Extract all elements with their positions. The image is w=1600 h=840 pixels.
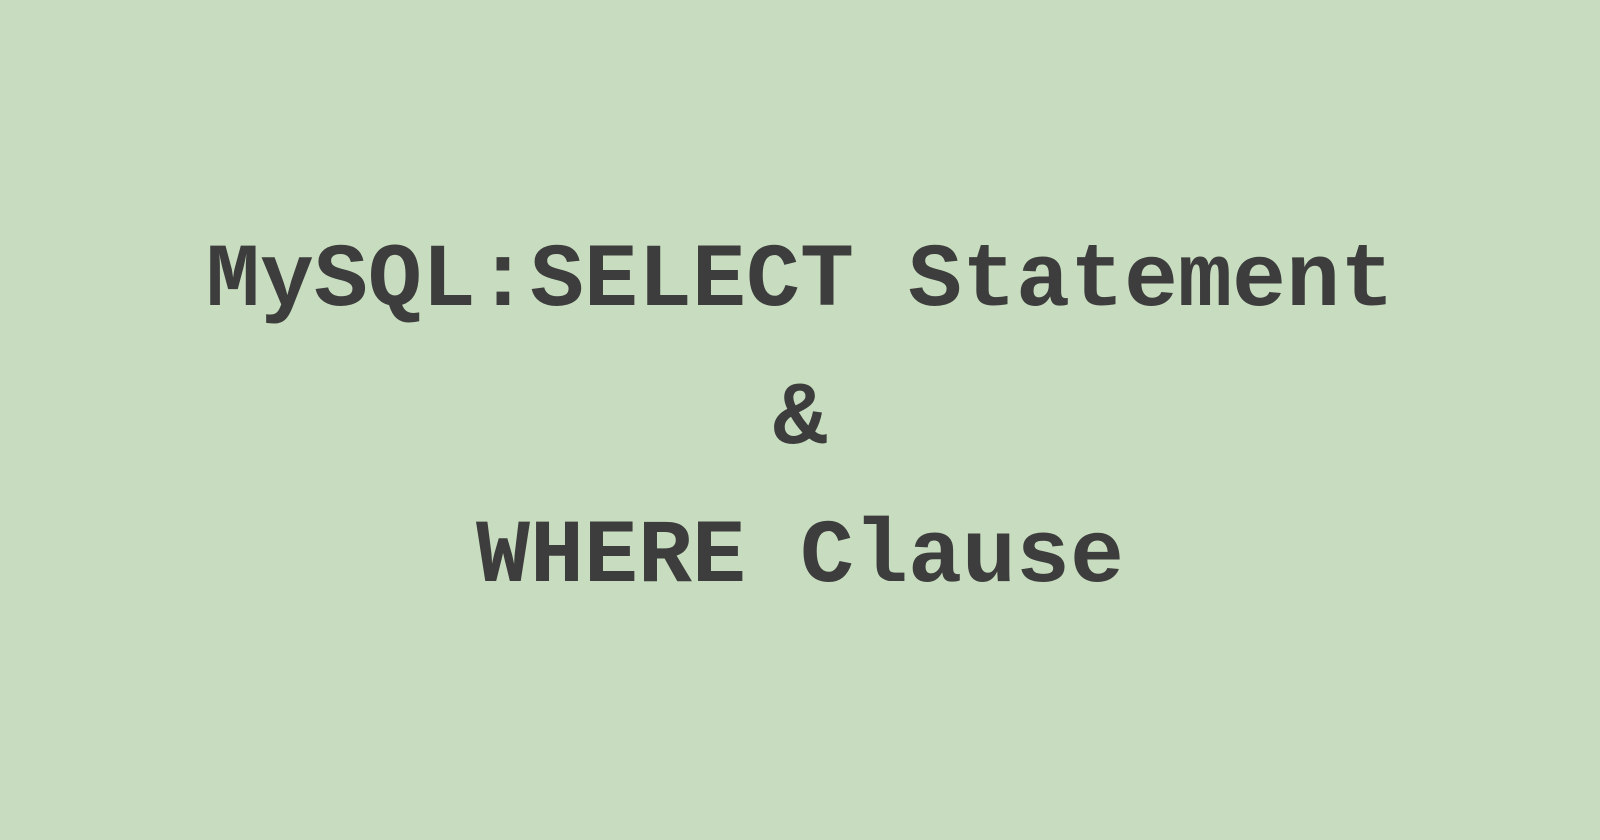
title-line-3: WHERE Clause xyxy=(206,504,1394,612)
title-line-1: MySQL:SELECT Statement xyxy=(206,228,1394,336)
title-line-2: & xyxy=(206,366,1394,474)
title-container: MySQL:SELECT Statement & WHERE Clause xyxy=(206,228,1394,612)
